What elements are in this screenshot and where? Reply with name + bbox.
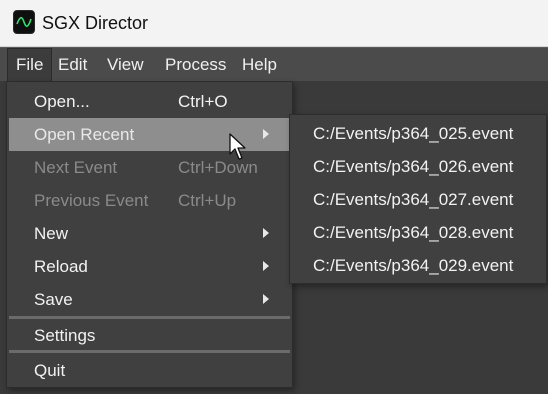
menu-item-previous-event: Previous Event Ctrl+Up <box>9 184 290 217</box>
window-title: SGX Director <box>42 13 149 33</box>
title-bar: SGX Director <box>0 0 548 47</box>
menu-item-settings[interactable]: Settings <box>9 319 290 352</box>
recent-file-item[interactable]: C:/Events/p364_027.event <box>313 183 513 216</box>
open-recent-submenu: C:/Events/p364_025.event C:/Events/p364_… <box>289 114 547 284</box>
menu-bar: File Edit View Process Help <box>0 47 548 82</box>
menu-process[interactable]: Process <box>157 48 234 82</box>
menu-item-label: Next Event <box>34 158 118 177</box>
menu-item-label: Previous Event <box>34 191 149 210</box>
menu-item-open[interactable]: Open... Ctrl+O <box>9 85 290 118</box>
sine-wave-icon <box>13 10 35 34</box>
menu-help[interactable]: Help <box>234 48 285 82</box>
submenu-arrow-icon <box>263 294 269 304</box>
submenu-arrow-icon <box>263 228 269 238</box>
menu-item-label: Settings <box>34 326 96 345</box>
menu-item-label: Save <box>34 290 73 309</box>
menu-item-label: Open... <box>34 92 90 111</box>
recent-file-item[interactable]: C:/Events/p364_029.event <box>313 249 513 282</box>
menu-item-shortcut: Ctrl+O <box>178 92 228 111</box>
menu-item-quit[interactable]: Quit <box>9 354 290 387</box>
menu-item-label: Open Recent <box>34 125 135 144</box>
menu-item-reload[interactable]: Reload <box>9 250 290 283</box>
mouse-pointer-icon <box>229 133 249 166</box>
menu-edit[interactable]: Edit <box>50 48 95 82</box>
menu-item-label: Reload <box>34 257 88 276</box>
file-menu: Open... Ctrl+O Open Recent Next Event Ct… <box>6 81 293 388</box>
menu-item-label: New <box>34 224 69 243</box>
menu-view[interactable]: View <box>99 48 152 82</box>
menu-item-save[interactable]: Save <box>9 283 290 316</box>
menu-item-label: Quit <box>34 361 66 380</box>
menu-item-shortcut: Ctrl+Up <box>178 191 237 210</box>
recent-file-item[interactable]: C:/Events/p364_026.event <box>313 150 513 183</box>
submenu-arrow-icon <box>263 261 269 271</box>
menu-item-new[interactable]: New <box>9 217 290 250</box>
recent-file-item[interactable]: C:/Events/p364_028.event <box>313 216 513 249</box>
menu-separator <box>9 350 290 353</box>
menu-file[interactable]: File <box>7 48 53 82</box>
submenu-arrow-icon <box>263 129 269 139</box>
recent-file-item[interactable]: C:/Events/p364_025.event <box>313 117 513 150</box>
